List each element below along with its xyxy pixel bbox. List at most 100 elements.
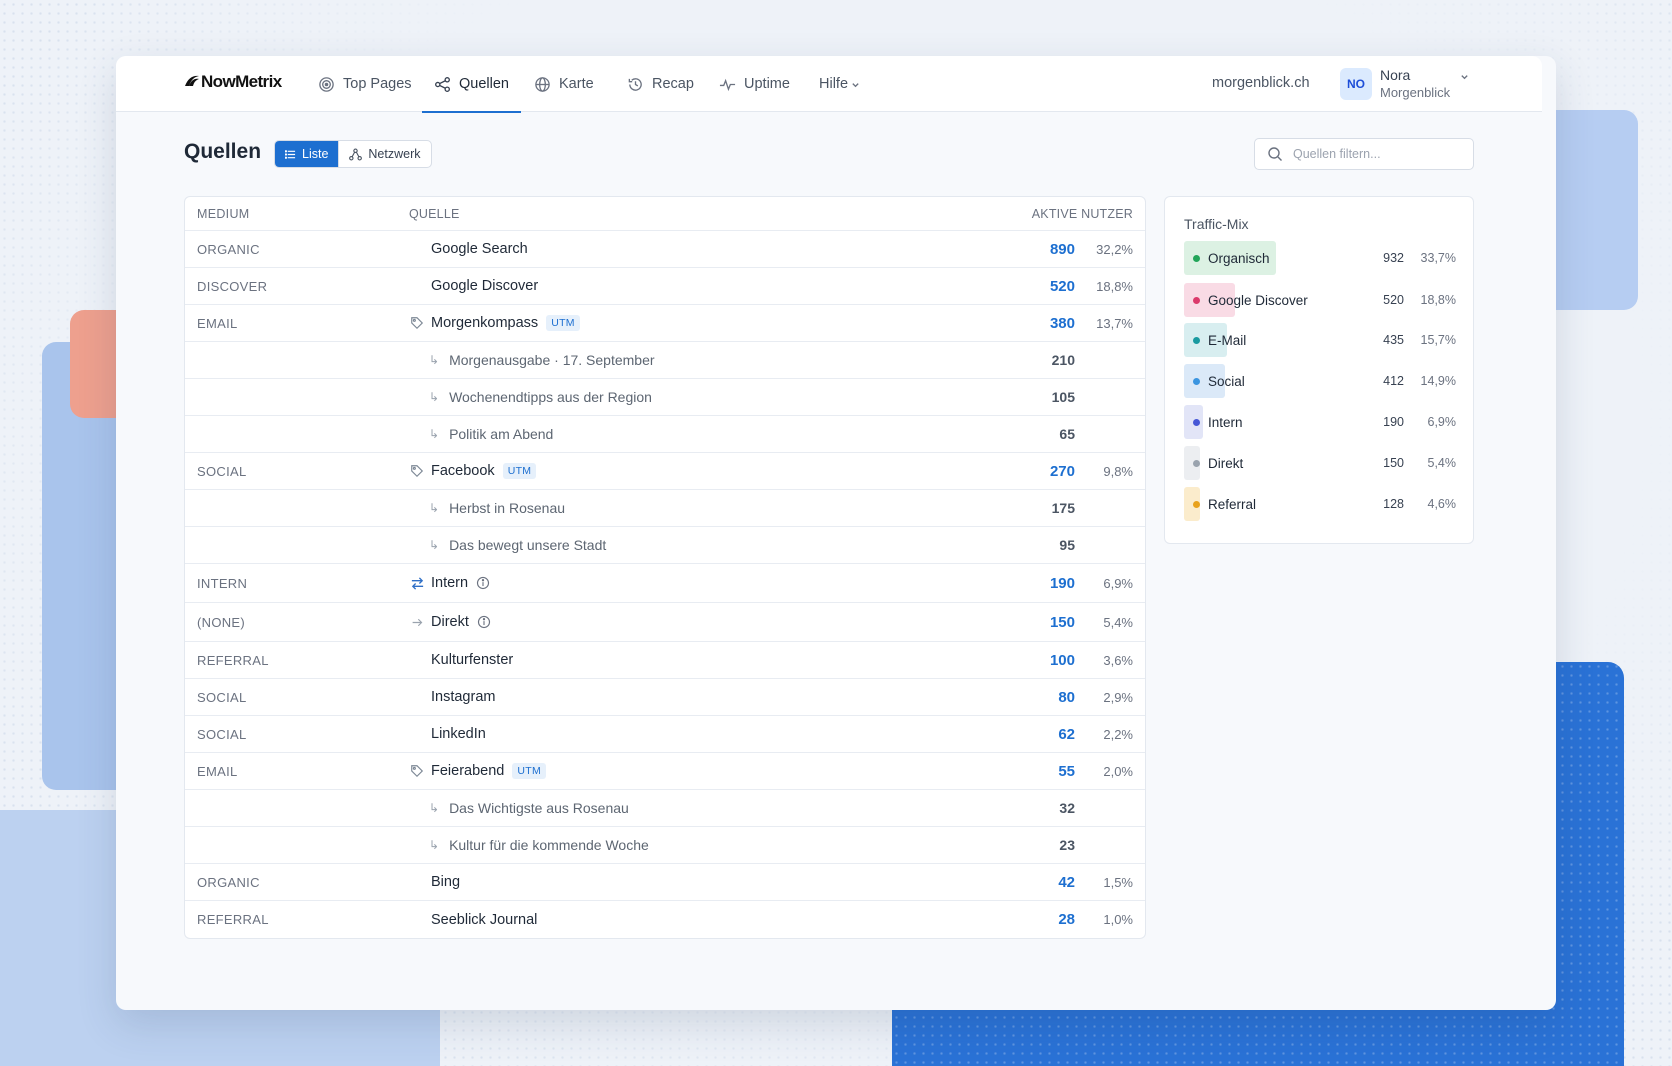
info-icon[interactable]: [477, 615, 491, 629]
row-percent: 5,4%: [1103, 614, 1133, 630]
subitem-arrow-icon: ↳: [429, 501, 440, 515]
traffic-mix-value: 932: [1383, 251, 1404, 265]
traffic-mix-name: E-Mail: [1208, 332, 1247, 348]
traffic-mix-value: 520: [1383, 293, 1404, 307]
traffic-mix-percent: 4,6%: [1427, 497, 1457, 511]
row-percent: 32,2%: [1096, 241, 1133, 257]
traffic-mix-item[interactable]: Organisch 932 33,7%: [1184, 241, 1456, 275]
traffic-mix-item[interactable]: Google Discover 520 18,8%: [1184, 283, 1456, 317]
subitem-arrow-icon: ↳: [429, 538, 440, 552]
info-icon[interactable]: [476, 576, 490, 590]
row-source: Google Search: [431, 241, 528, 257]
traffic-mix-percent: 5,4%: [1427, 456, 1457, 470]
traffic-mix-title: Traffic-Mix: [1184, 216, 1249, 232]
row-users: 210: [1051, 352, 1075, 368]
table-row[interactable]: ORGANIC Google Search 890 32,2%: [185, 231, 1145, 268]
traffic-mix-name: Organisch: [1208, 250, 1270, 266]
logo[interactable]: NowMetrix: [184, 72, 282, 92]
traffic-mix-value: 412: [1383, 374, 1404, 388]
table-row[interactable]: EMAIL Feierabend UTM 55 2,0%: [185, 753, 1145, 790]
table-header: MEDIUM QUELLE AKTIVE NUTZER: [185, 197, 1145, 231]
row-users: 32: [1059, 800, 1075, 816]
view-network-button[interactable]: Netzwerk: [338, 141, 430, 167]
search-box: [1254, 138, 1474, 170]
list-icon: [285, 149, 296, 159]
row-users: 65: [1059, 426, 1075, 442]
row-source: LinkedIn: [431, 726, 486, 742]
column-header-medium[interactable]: MEDIUM: [197, 207, 250, 221]
nav-item-hilfe[interactable]: Hilfe: [819, 56, 860, 112]
user-menu[interactable]: NO Nora Morgenblick: [1340, 66, 1469, 101]
table-subrow[interactable]: ↳ Herbst in Rosenau 175: [185, 490, 1145, 527]
subitem-arrow-icon: ↳: [429, 838, 440, 852]
tag-icon: [409, 463, 425, 479]
view-list-button[interactable]: Liste: [275, 141, 339, 167]
row-source: Seeblick Journal: [431, 911, 538, 928]
row-source: Intern: [431, 575, 469, 591]
table-row[interactable]: REFERRAL Seeblick Journal 28 1,0%: [185, 901, 1145, 938]
nav-item-top-pages[interactable]: Top Pages: [318, 56, 412, 112]
nav-item-quellen[interactable]: Quellen: [422, 56, 521, 113]
site-domain[interactable]: morgenblick.ch: [1212, 75, 1310, 91]
column-header-source[interactable]: QUELLE: [409, 207, 460, 221]
network-icon: [349, 148, 363, 160]
search-input[interactable]: [1293, 147, 1463, 161]
table-subrow[interactable]: ↳ Politik am Abend 65: [185, 416, 1145, 453]
row-users: 105: [1051, 389, 1075, 405]
table-subrow[interactable]: ↳ Kultur für die kommende Woche 23: [185, 827, 1145, 864]
table-subrow[interactable]: ↳ Das bewegt unsere Stadt 95: [185, 527, 1145, 564]
row-source: Facebook: [431, 463, 495, 479]
nav-item-uptime[interactable]: Uptime: [719, 56, 790, 112]
traffic-mix-name: Social: [1208, 373, 1245, 389]
row-users: 28: [1058, 911, 1075, 928]
table-row[interactable]: SOCIAL Instagram 80 2,9%: [185, 679, 1145, 716]
row-users: 80: [1058, 688, 1075, 706]
column-header-users[interactable]: AKTIVE NUTZER: [1032, 207, 1133, 221]
traffic-mix-item[interactable]: E-Mail 435 15,7%: [1184, 323, 1456, 357]
logo-icon: [185, 75, 199, 86]
table-row[interactable]: INTERN Intern 190 6,9%: [185, 564, 1145, 603]
traffic-mix-item[interactable]: Direkt 150 5,4%: [1184, 446, 1456, 480]
table-row[interactable]: DISCOVER Google Discover 520 18,8%: [185, 268, 1145, 305]
table-row[interactable]: ORGANIC Bing 42 1,5%: [185, 864, 1145, 901]
table-row[interactable]: SOCIAL Facebook UTM 270 9,8%: [185, 453, 1145, 490]
traffic-mix-item[interactable]: Social 412 14,9%: [1184, 364, 1456, 398]
traffic-mix-name: Google Discover: [1208, 292, 1308, 308]
traffic-mix-item[interactable]: Referral 128 4,6%: [1184, 487, 1456, 521]
page-title: Quellen: [184, 140, 262, 163]
nav-item-karte[interactable]: Karte: [534, 56, 594, 112]
legend-dot: [1193, 500, 1200, 508]
row-medium: ORGANIC: [197, 874, 260, 890]
table-row[interactable]: EMAIL Morgenkompass UTM 380 13,7%: [185, 305, 1145, 342]
row-users: 175: [1051, 500, 1075, 516]
view-list-label: Liste: [302, 147, 329, 161]
legend-dot: [1193, 459, 1200, 467]
row-users: 23: [1059, 837, 1075, 853]
row-percent: 13,7%: [1096, 315, 1133, 331]
table-row[interactable]: SOCIAL LinkedIn 62 2,2%: [185, 716, 1145, 753]
table-subrow[interactable]: ↳ Wochenendtipps aus der Region 105: [185, 379, 1145, 416]
row-campaign: Herbst in Rosenau: [449, 500, 566, 516]
legend-dot: [1193, 377, 1200, 385]
table-row[interactable]: REFERRAL Kulturfenster 100 3,6%: [185, 642, 1145, 679]
traffic-mix-name: Referral: [1208, 496, 1257, 512]
table-row[interactable]: (NONE) Direkt 150 5,4%: [185, 603, 1145, 642]
row-campaign: Das Wichtigste aus Rosenau: [449, 800, 629, 816]
row-medium: DISCOVER: [197, 278, 268, 294]
traffic-mix-percent: 15,7%: [1420, 333, 1456, 347]
row-users: 150: [1049, 613, 1075, 631]
legend-dot: [1193, 336, 1200, 344]
traffic-mix-name: Direkt: [1208, 455, 1244, 471]
nav-item-label: Top Pages: [343, 76, 412, 92]
row-users: 520: [1049, 277, 1075, 295]
table-subrow[interactable]: ↳ Das Wichtigste aus Rosenau 32: [185, 790, 1145, 827]
table-subrow[interactable]: ↳ Morgenausgabe · 17. September 210: [185, 342, 1145, 379]
traffic-mix-value: 150: [1383, 456, 1404, 470]
traffic-mix-percent: 6,9%: [1427, 415, 1457, 429]
nav-item-recap[interactable]: Recap: [627, 56, 694, 112]
utm-badge: UTM: [546, 315, 580, 331]
row-source: Bing: [431, 874, 461, 890]
row-medium: SOCIAL: [197, 463, 247, 479]
traffic-mix-item[interactable]: Intern 190 6,9%: [1184, 405, 1456, 439]
view-toggle: Liste Netzwerk: [274, 140, 432, 168]
